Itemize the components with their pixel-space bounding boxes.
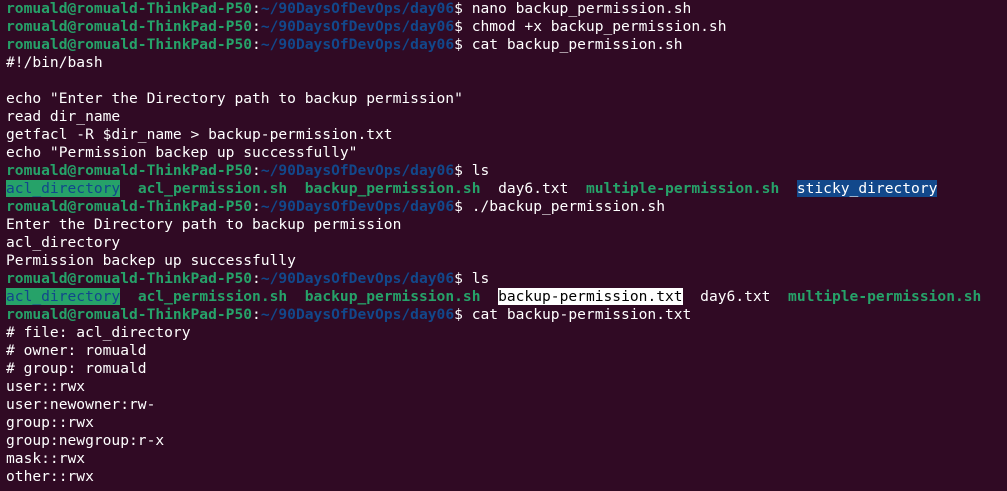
- output-line: Enter the Directory path to backup permi…: [6, 216, 402, 233]
- prompt-path: ~/90DaysOfDevOps/day06: [260, 0, 455, 17]
- prompt-line: romuald@romuald-ThinkPad-P50:~/90DaysOfD…: [6, 162, 1007, 180]
- command-text: chmod +x backup_permission.sh: [471, 18, 727, 35]
- prompt-user-host: romuald@romuald-ThinkPad-P50: [6, 162, 253, 179]
- prompt-colon: :: [252, 162, 261, 179]
- command-text: ls: [471, 162, 490, 179]
- prompt-colon: :: [252, 306, 261, 323]
- prompt-symbol: $: [454, 0, 472, 17]
- prompt-symbol: $: [454, 270, 472, 287]
- prompt-symbol: $: [454, 36, 472, 53]
- ls-directory-entry: sticky_directory: [796, 180, 938, 197]
- command-text: ./backup_permission.sh: [471, 198, 665, 215]
- ls-separator: [120, 180, 138, 197]
- prompt-line: romuald@romuald-ThinkPad-P50:~/90DaysOfD…: [6, 270, 1007, 288]
- ls-separator: [481, 288, 499, 305]
- prompt-line: romuald@romuald-ThinkPad-P50:~/90DaysOfD…: [6, 18, 1007, 36]
- ls-separator: [683, 288, 701, 305]
- output-line: mask::rwx: [6, 450, 86, 467]
- output-line: # file: acl_directory: [6, 324, 191, 341]
- prompt-user-host: romuald@romuald-ThinkPad-P50: [6, 0, 253, 17]
- command-text: ls: [471, 270, 490, 287]
- prompt-path: ~/90DaysOfDevOps/day06: [260, 198, 455, 215]
- output-line: acl_directory: [6, 234, 121, 251]
- prompt-line: romuald@romuald-ThinkPad-P50:~/90DaysOfD…: [6, 0, 1007, 18]
- ls-file-entry: day6.txt: [498, 180, 569, 197]
- command-text: cat backup_permission.sh: [471, 36, 683, 53]
- prompt-colon: :: [252, 270, 261, 287]
- output-line: group::rwx: [6, 414, 94, 431]
- output-line: getfacl -R $dir_name > backup-permission…: [6, 126, 393, 143]
- output-line: # group: romuald: [6, 360, 147, 377]
- ls-separator: [481, 180, 499, 197]
- output-line: echo "Permission backep up successfully": [6, 144, 358, 161]
- ls-file-entry: backup_permission.sh: [304, 180, 481, 197]
- prompt-line: romuald@romuald-ThinkPad-P50:~/90DaysOfD…: [6, 198, 1007, 216]
- output-line: other::rwx: [6, 468, 94, 485]
- prompt-user-host: romuald@romuald-ThinkPad-P50: [6, 18, 253, 35]
- prompt-colon: :: [252, 18, 261, 35]
- output-line: read dir_name: [6, 108, 121, 125]
- ls-separator: [568, 180, 586, 197]
- ls-file-entry: day6.txt: [700, 288, 771, 305]
- prompt-colon: :: [252, 198, 261, 215]
- ls-file-entry: multiple-permission.sh: [788, 288, 982, 305]
- ls-file-entry: backup_permission.sh: [304, 288, 481, 305]
- prompt-colon: :: [252, 36, 261, 53]
- prompt-colon: :: [252, 0, 261, 17]
- prompt-symbol: $: [454, 162, 472, 179]
- output-line: # owner: romuald: [6, 342, 147, 359]
- ls-file-entry: multiple-permission.sh: [585, 180, 780, 197]
- ls-file-entry: acl_permission.sh: [137, 288, 288, 305]
- terminal-output[interactable]: romuald@romuald-ThinkPad-P50:~/90DaysOfD…: [6, 0, 1007, 491]
- ls-file-entry: acl_permission.sh: [137, 180, 288, 197]
- output-line: #!/bin/bash: [6, 54, 103, 71]
- prompt-path: ~/90DaysOfDevOps/day06: [260, 270, 455, 287]
- ls-directory-entry: acl_directory: [6, 288, 121, 305]
- command-text: nano backup_permission.sh: [471, 0, 692, 17]
- ls-directory-entry: acl_directory: [6, 180, 121, 197]
- prompt-user-host: romuald@romuald-ThinkPad-P50: [6, 198, 253, 215]
- prompt-symbol: $: [454, 18, 472, 35]
- prompt-path: ~/90DaysOfDevOps/day06: [260, 306, 455, 323]
- ls-separator: [287, 288, 305, 305]
- prompt-line: romuald@romuald-ThinkPad-P50:~/90DaysOfD…: [6, 36, 1007, 54]
- output-line: Permission backep up successfully: [6, 252, 296, 269]
- output-line: echo "Enter the Directory path to backup…: [6, 90, 463, 107]
- prompt-path: ~/90DaysOfDevOps/day06: [260, 162, 455, 179]
- prompt-symbol: $: [454, 306, 472, 323]
- output-line: group:newgroup:r-x: [6, 432, 165, 449]
- prompt-path: ~/90DaysOfDevOps/day06: [260, 18, 455, 35]
- output-line: user:newowner:rw-: [6, 396, 156, 413]
- ls-output-line: acl_directory acl_permission.sh backup_p…: [6, 180, 1007, 198]
- prompt-line: romuald@romuald-ThinkPad-P50:~/90DaysOfD…: [6, 306, 1007, 324]
- ls-file-entry: backup-permission.txt: [498, 288, 683, 305]
- prompt-user-host: romuald@romuald-ThinkPad-P50: [6, 270, 253, 287]
- prompt-user-host: romuald@romuald-ThinkPad-P50: [6, 36, 253, 53]
- ls-output-line: acl_directory acl_permission.sh backup_p…: [6, 288, 1007, 306]
- ls-separator: [120, 288, 138, 305]
- command-text: cat backup-permission.txt: [471, 306, 692, 323]
- prompt-path: ~/90DaysOfDevOps/day06: [260, 36, 455, 53]
- prompt-symbol: $: [454, 198, 472, 215]
- prompt-user-host: romuald@romuald-ThinkPad-P50: [6, 306, 253, 323]
- ls-separator: [287, 180, 305, 197]
- ls-separator: [770, 288, 788, 305]
- output-line: user::rwx: [6, 378, 86, 395]
- ls-separator: [779, 180, 797, 197]
